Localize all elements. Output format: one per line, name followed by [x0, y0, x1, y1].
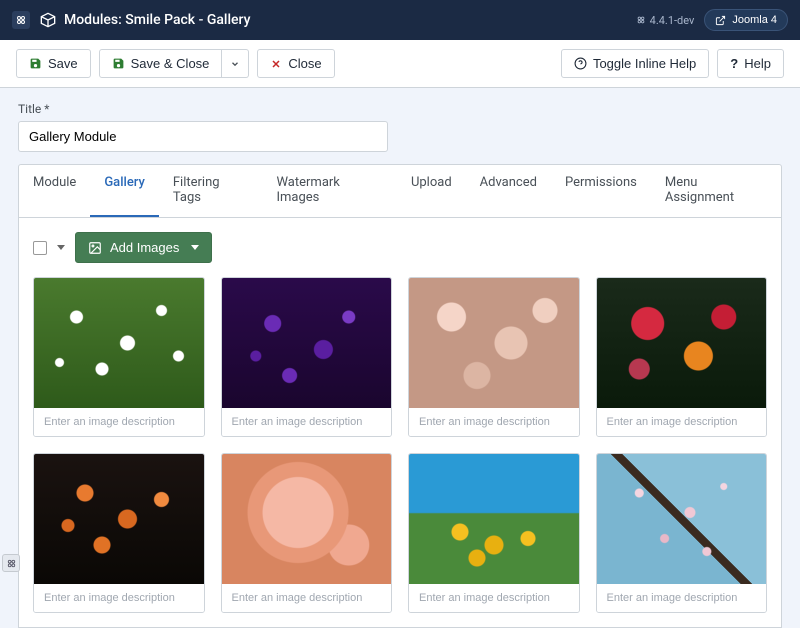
page-title-text: Modules: Smile Pack - Gallery: [64, 12, 250, 28]
save-icon: [112, 57, 125, 70]
image-description-input[interactable]: [409, 408, 579, 436]
image-description-input[interactable]: [409, 584, 579, 612]
tab-permissions[interactable]: Permissions: [551, 165, 651, 217]
tab-menu-assignment[interactable]: Menu Assignment: [651, 165, 781, 217]
save-close-group: Save & Close: [99, 49, 250, 78]
gallery-tab-panel: Add Images: [18, 218, 782, 628]
version-label: 4.4.1-dev: [636, 14, 695, 27]
question-icon: ?: [730, 56, 738, 71]
gallery-item[interactable]: [408, 453, 580, 613]
image-description-input[interactable]: [597, 408, 767, 436]
joomla-small-icon: [636, 15, 646, 25]
gallery-item[interactable]: [221, 453, 393, 613]
image-description-input[interactable]: [222, 584, 392, 612]
chevron-down-icon: [230, 59, 240, 69]
tab-watermark-images[interactable]: Watermark Images: [262, 165, 396, 217]
external-link-icon: [715, 15, 726, 26]
title-input[interactable]: [18, 121, 388, 152]
gallery-item[interactable]: [221, 277, 393, 437]
page-title: Modules: Smile Pack - Gallery: [40, 12, 250, 28]
gallery-item[interactable]: [408, 277, 580, 437]
title-label: Title *: [18, 102, 782, 116]
save-close-button[interactable]: Save & Close: [99, 49, 223, 78]
content-area: Title * ModuleGalleryFiltering TagsWater…: [0, 88, 800, 628]
gallery-thumbnail[interactable]: [34, 278, 204, 408]
gallery-thumbnail[interactable]: [222, 454, 392, 584]
image-description-input[interactable]: [34, 584, 204, 612]
gallery-thumbnail[interactable]: [597, 278, 767, 408]
gallery-thumbnail[interactable]: [222, 278, 392, 408]
joomla-logo-icon[interactable]: [12, 11, 30, 29]
gallery-thumbnail[interactable]: [409, 278, 579, 408]
gallery-thumbnail[interactable]: [409, 454, 579, 584]
cube-icon: [40, 12, 56, 28]
gallery-thumbnail[interactable]: [34, 454, 204, 584]
save-icon: [29, 57, 42, 70]
tab-upload[interactable]: Upload: [397, 165, 466, 217]
gallery-item[interactable]: [33, 453, 205, 613]
tab-advanced[interactable]: Advanced: [466, 165, 551, 217]
joomla-version-button[interactable]: Joomla 4: [704, 9, 788, 31]
close-button[interactable]: Close: [257, 49, 334, 78]
question-circle-icon: [574, 57, 587, 70]
chevron-down-icon: [191, 245, 199, 250]
help-button[interactable]: ? Help: [717, 49, 784, 78]
tab-module[interactable]: Module: [19, 165, 90, 217]
close-icon: [270, 58, 282, 70]
image-icon: [88, 241, 102, 255]
gallery-item[interactable]: [33, 277, 205, 437]
select-all-dropdown[interactable]: [57, 245, 65, 250]
gallery-item[interactable]: [596, 277, 768, 437]
image-description-input[interactable]: [34, 408, 204, 436]
joomla-corner-badge[interactable]: [2, 554, 20, 572]
toggle-inline-help-button[interactable]: Toggle Inline Help: [561, 49, 709, 78]
gallery-toolbar: Add Images: [33, 232, 767, 263]
action-toolbar: Save Save & Close Close Toggle Inline He…: [0, 40, 800, 88]
gallery-item[interactable]: [596, 453, 768, 613]
select-all-checkbox[interactable]: [33, 241, 47, 255]
gallery-grid: [33, 277, 767, 613]
save-close-dropdown[interactable]: [222, 49, 249, 78]
tabs: ModuleGalleryFiltering TagsWatermark Ima…: [18, 164, 782, 218]
save-button[interactable]: Save: [16, 49, 91, 78]
app-header: Modules: Smile Pack - Gallery 4.4.1-dev …: [0, 0, 800, 40]
add-images-button[interactable]: Add Images: [75, 232, 212, 263]
image-description-input[interactable]: [222, 408, 392, 436]
gallery-thumbnail[interactable]: [597, 454, 767, 584]
tab-filtering-tags[interactable]: Filtering Tags: [159, 165, 263, 217]
tab-gallery[interactable]: Gallery: [90, 165, 159, 217]
image-description-input[interactable]: [597, 584, 767, 612]
